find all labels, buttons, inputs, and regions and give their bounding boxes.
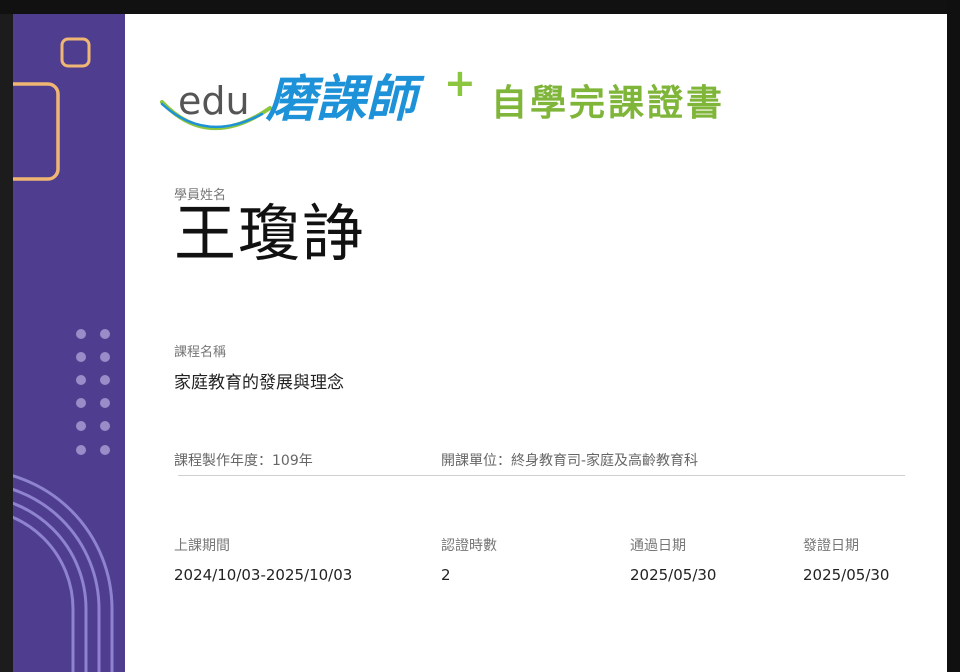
certificate-sheet: edu 磨課師 + 自學完課證書 學員姓名 王瓊諍 課程名稱 家庭教育的發展與理… [125,14,947,672]
issue-date-label: 發證日期 [803,538,859,554]
student-name: 王瓊諍 [174,197,367,270]
study-period-label: 上課期間 [174,538,230,554]
course-name-label: 課程名稱 [174,345,227,360]
course-name: 家庭教育的發展與理念 [174,373,344,393]
window-frame-right [947,0,960,672]
certificate-title: 自學完課證書 [491,83,726,124]
window-frame-top [0,0,960,14]
arc-lines-icon [13,474,114,672]
production-year-value: 109年 [272,453,313,469]
certified-hours-value: 2 [441,566,451,584]
rounded-square-small-icon [60,37,91,68]
dot-grid-icon [76,329,110,455]
pass-date-value: 2025/05/30 [630,566,717,584]
logo-brand-text: 磨課師 [265,70,425,128]
offering-unit: 開課單位：終身教育司-家庭及高齡教育科 [441,450,698,470]
offering-unit-value: 終身教育司-家庭及高齡教育科 [511,453,699,469]
decorative-sidebar [13,14,125,672]
colon-separator: ： [497,453,511,469]
certified-hours-label: 認證時數 [441,538,497,554]
production-year: 課程製作年度：109年 [174,450,313,470]
logo-edu-text: edu [178,79,250,123]
rounded-square-large-icon [13,82,60,181]
production-year-label: 課程製作年度 [174,453,258,469]
pass-date-label: 通過日期 [630,538,686,554]
colon-separator: ： [258,453,272,469]
study-period-value: 2024/10/03-2025/10/03 [174,566,353,584]
offering-unit-label: 開課單位 [441,453,497,469]
issue-date-value: 2025/05/30 [803,566,890,584]
edu-moocs-logo: edu 磨課師 + [160,61,476,130]
divider-line [178,475,905,476]
logo-plus-icon: + [444,61,476,105]
